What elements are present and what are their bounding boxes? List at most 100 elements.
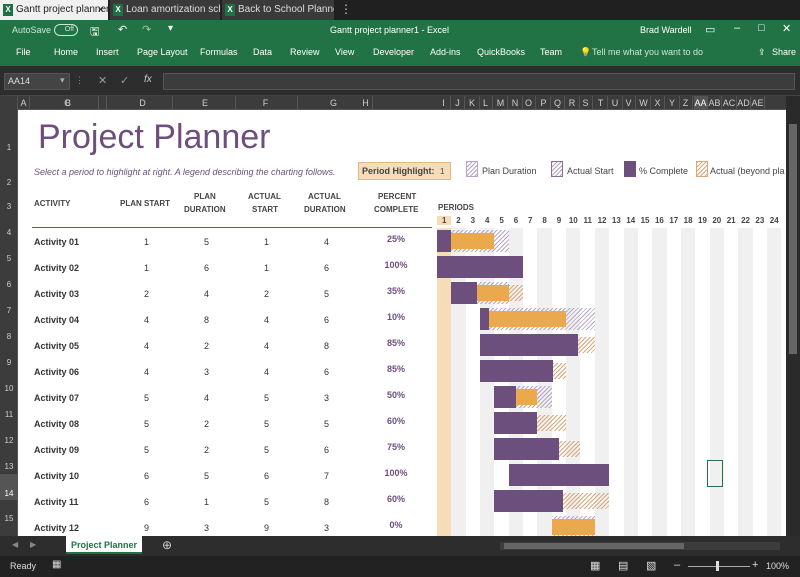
cell-percent-complete[interactable]: 100% xyxy=(368,468,424,478)
cell-percent-complete[interactable]: 75% xyxy=(368,442,424,452)
cell-actual-duration[interactable]: 6 xyxy=(324,445,329,455)
maximize-icon[interactable]: □ xyxy=(758,22,765,34)
close-icon[interactable]: × xyxy=(98,0,104,20)
ribbon-formulas[interactable]: Formulas xyxy=(200,42,238,62)
column-header-f[interactable]: F xyxy=(234,96,298,110)
user-name[interactable]: Brad Wardell xyxy=(640,25,692,35)
column-header-i[interactable]: I xyxy=(437,96,451,110)
tab-back-to-school[interactable]: XBack to School Planner1 - ... xyxy=(222,0,334,20)
column-header-e[interactable]: E xyxy=(175,96,236,110)
cell-actual-start[interactable]: 1 xyxy=(264,263,269,273)
period-highlight-input[interactable]: 1 xyxy=(440,167,444,176)
cell-actual-start[interactable]: 5 xyxy=(264,445,269,455)
column-header-s[interactable]: S xyxy=(579,96,593,110)
cell-plan-duration[interactable]: 3 xyxy=(204,367,209,377)
page-layout-view-icon[interactable]: ▤ xyxy=(618,559,628,572)
cell-plan-duration[interactable]: 4 xyxy=(204,393,209,403)
cell-name[interactable]: Activity 12 xyxy=(34,523,79,533)
row-header-13[interactable]: 13 xyxy=(0,462,18,471)
cell-actual-start[interactable]: 9 xyxy=(264,523,269,533)
column-header-l[interactable]: L xyxy=(479,96,493,110)
cell-percent-complete[interactable]: 25% xyxy=(368,234,424,244)
ribbon-file[interactable]: File xyxy=(16,42,31,62)
cell-actual-duration[interactable]: 8 xyxy=(324,341,329,351)
cell-percent-complete[interactable]: 35% xyxy=(368,286,424,296)
column-header-ae[interactable]: AE xyxy=(751,96,765,110)
cell-actual-start[interactable]: 4 xyxy=(264,341,269,351)
column-header-y[interactable]: Y xyxy=(665,96,680,110)
cell-name[interactable]: Activity 02 xyxy=(34,263,79,273)
ribbon-view[interactable]: View xyxy=(335,42,354,62)
cell-percent-complete[interactable]: 85% xyxy=(368,338,424,348)
ribbon-team[interactable]: Team xyxy=(540,42,562,62)
column-header-ac[interactable]: AC xyxy=(722,96,737,110)
cell-actual-start[interactable]: 5 xyxy=(264,393,269,403)
ribbon-display-icon[interactable]: ▭ xyxy=(705,23,715,36)
horizontal-scroll-thumb[interactable] xyxy=(504,543,684,549)
column-header-z[interactable]: Z xyxy=(679,96,693,110)
row-header-2[interactable]: 2 xyxy=(0,178,18,187)
cell-plan-start[interactable]: 6 xyxy=(144,497,149,507)
select-all-corner[interactable] xyxy=(0,96,18,110)
sheet-tab-project-planner[interactable]: Project Planner xyxy=(66,536,142,554)
new-sheet-icon[interactable]: ⊕ xyxy=(162,538,172,552)
cell-actual-duration[interactable]: 3 xyxy=(324,393,329,403)
cell-plan-duration[interactable]: 2 xyxy=(204,419,209,429)
ribbon-quickbooks[interactable]: QuickBooks xyxy=(477,42,525,62)
cell-plan-start[interactable]: 1 xyxy=(144,237,149,247)
row-header-9[interactable]: 9 xyxy=(0,358,18,367)
cell-name[interactable]: Activity 08 xyxy=(34,419,79,429)
redo-icon[interactable]: ↷ xyxy=(142,23,151,36)
cell-actual-duration[interactable]: 6 xyxy=(324,367,329,377)
column-header-h[interactable]: H xyxy=(359,96,373,110)
cell-percent-complete[interactable]: 60% xyxy=(368,416,424,426)
cell-name[interactable]: Activity 07 xyxy=(34,393,79,403)
undo-icon[interactable]: ↶ xyxy=(118,23,127,36)
zoom-out-icon[interactable]: – xyxy=(674,559,680,571)
cell-percent-complete[interactable]: 85% xyxy=(368,364,424,374)
cell-actual-duration[interactable]: 4 xyxy=(324,237,329,247)
cell-percent-complete[interactable]: 100% xyxy=(368,260,424,270)
share-button[interactable]: Share xyxy=(772,42,796,62)
row-header-12[interactable]: 12 xyxy=(0,436,18,445)
zoom-level[interactable]: 100% xyxy=(766,561,789,571)
cell-plan-start[interactable]: 4 xyxy=(144,367,149,377)
column-header-w[interactable]: W xyxy=(637,96,651,110)
customize-toolbar-icon[interactable]: ▾ xyxy=(168,23,173,34)
column-header-t[interactable]: T xyxy=(594,96,608,110)
ribbon-insert[interactable]: Insert xyxy=(96,42,119,62)
enter-icon[interactable]: ✓ xyxy=(120,74,129,87)
cell-actual-duration[interactable]: 7 xyxy=(324,471,329,481)
cell-plan-start[interactable]: 6 xyxy=(144,471,149,481)
cell-plan-start[interactable]: 2 xyxy=(144,289,149,299)
cell-plan-start[interactable]: 5 xyxy=(144,393,149,403)
cell-actual-start[interactable]: 4 xyxy=(264,367,269,377)
column-header-q[interactable]: Q xyxy=(551,96,565,110)
column-header-ab[interactable]: AB xyxy=(708,96,722,110)
cell-percent-complete[interactable]: 60% xyxy=(368,494,424,504)
column-header-p[interactable]: P xyxy=(537,96,551,110)
column-header-r[interactable]: R xyxy=(565,96,580,110)
column-header-o[interactable]: O xyxy=(522,96,536,110)
cell-plan-start[interactable]: 1 xyxy=(144,263,149,273)
row-header-5[interactable]: 5 xyxy=(0,254,18,263)
row-header-3[interactable]: 3 xyxy=(0,202,18,211)
formula-input[interactable] xyxy=(163,73,795,90)
cell-actual-start[interactable]: 5 xyxy=(264,497,269,507)
cell-name[interactable]: Activity 01 xyxy=(34,237,79,247)
cell-percent-complete[interactable]: 0% xyxy=(368,520,424,530)
autosave-toggle[interactable]: Off xyxy=(54,24,78,36)
cell-plan-duration[interactable]: 5 xyxy=(204,471,209,481)
cell-plan-duration[interactable]: 5 xyxy=(204,237,209,247)
cell-plan-start[interactable]: 4 xyxy=(144,315,149,325)
cell-plan-duration[interactable]: 2 xyxy=(204,445,209,455)
column-header-ad[interactable]: AD xyxy=(737,96,751,110)
cell-plan-duration[interactable]: 1 xyxy=(204,497,209,507)
ribbon-data[interactable]: Data xyxy=(253,42,272,62)
ribbon-page-layout[interactable]: Page Layout xyxy=(137,42,188,62)
zoom-slider[interactable] xyxy=(688,566,750,567)
cell-plan-duration[interactable]: 6 xyxy=(204,263,209,273)
cell-name[interactable]: Activity 06 xyxy=(34,367,79,377)
tab-loan[interactable]: XLoan amortization schedul... xyxy=(110,0,220,20)
column-header-aa[interactable]: AA xyxy=(694,96,708,110)
